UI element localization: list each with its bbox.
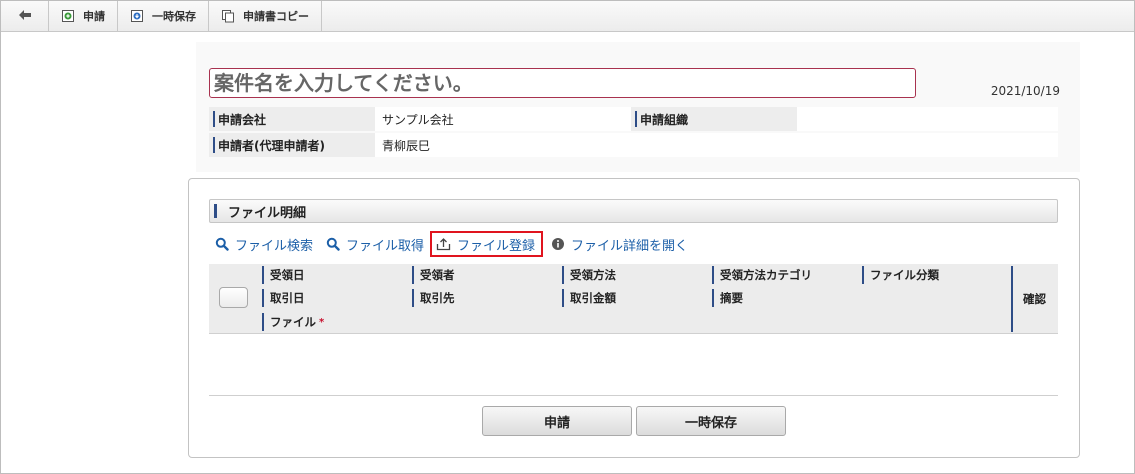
- file-detail-open-link[interactable]: ファイル詳細を開く: [551, 235, 688, 254]
- title-input[interactable]: [209, 68, 916, 98]
- file-actions: ファイル検索 ファイル取得 ファイル登録 ファイル詳細を開く: [215, 231, 701, 257]
- file-get-label: ファイル取得: [346, 238, 425, 254]
- col-file-class: ファイル分類: [862, 265, 1012, 285]
- search-icon: [215, 237, 229, 251]
- toolbar-save-button[interactable]: 一時保存: [118, 1, 209, 31]
- info-row-applicant: 申請者(代理申請者) 青柳辰巳: [209, 133, 1058, 157]
- org-value: [797, 107, 1058, 131]
- company-value: サンプル会社: [375, 107, 631, 131]
- upload-icon: [436, 237, 451, 251]
- col-file-label: ファイル: [270, 315, 316, 329]
- toolbar-save-label: 一時保存: [152, 10, 196, 23]
- info-icon: [551, 237, 565, 251]
- file-get-link[interactable]: ファイル取得: [326, 235, 424, 254]
- copy-icon: [221, 9, 235, 23]
- divider: [209, 395, 1058, 396]
- back-arrow-icon: [18, 9, 32, 24]
- col-partner: 取引先: [412, 288, 562, 308]
- save-icon: [130, 9, 144, 23]
- toolbar-apply-button[interactable]: 申請: [49, 1, 118, 31]
- temp-save-button[interactable]: 一時保存: [636, 406, 786, 436]
- info-row-company: 申請会社 サンプル会社 申請組織: [209, 107, 1058, 131]
- back-button[interactable]: [1, 1, 49, 31]
- col-summary: 摘要: [712, 288, 862, 308]
- org-label: 申請組織: [631, 107, 797, 131]
- col-file: ファイル *: [262, 312, 412, 332]
- file-table-header: 受領日 受領者 受領方法 受領方法カテゴリ ファイル分類 取引日 取引先 取引金…: [209, 264, 1058, 334]
- date-text: 2021/10/19: [990, 84, 1060, 98]
- file-register-label: ファイル登録: [457, 238, 536, 254]
- search-icon: [326, 237, 340, 251]
- toolbar-copy-button[interactable]: 申請書コピー: [209, 1, 322, 31]
- toolbar-copy-label: 申請書コピー: [243, 10, 309, 23]
- col-receiver: 受領者: [412, 265, 562, 285]
- col-receive-category: 受領方法カテゴリ: [712, 265, 862, 285]
- section-title: ファイル明細: [209, 199, 1058, 223]
- toolbar: 申請 一時保存 申請書コピー: [1, 1, 1134, 32]
- col-trade-date: 取引日: [262, 288, 412, 308]
- file-register-link[interactable]: ファイル登録: [430, 231, 544, 257]
- col-amount: 取引金額: [562, 288, 712, 308]
- apply-button[interactable]: 申請: [482, 406, 632, 436]
- file-search-label: ファイル検索: [235, 238, 314, 254]
- col-receive-method: 受領方法: [562, 265, 712, 285]
- apply-icon: [61, 9, 75, 23]
- company-label: 申請会社: [209, 107, 375, 131]
- file-detail-open-label: ファイル詳細を開く: [571, 238, 689, 254]
- toolbar-apply-label: 申請: [83, 10, 105, 23]
- required-mark: *: [319, 316, 325, 328]
- file-search-link[interactable]: ファイル検索: [215, 235, 313, 254]
- select-all-checkbox[interactable]: [219, 287, 248, 308]
- col-confirm: 確認: [1011, 264, 1058, 334]
- applicant-label: 申請者(代理申請者): [209, 133, 375, 157]
- col-received-date: 受領日: [262, 265, 412, 285]
- applicant-value: 青柳辰巳: [375, 133, 1058, 157]
